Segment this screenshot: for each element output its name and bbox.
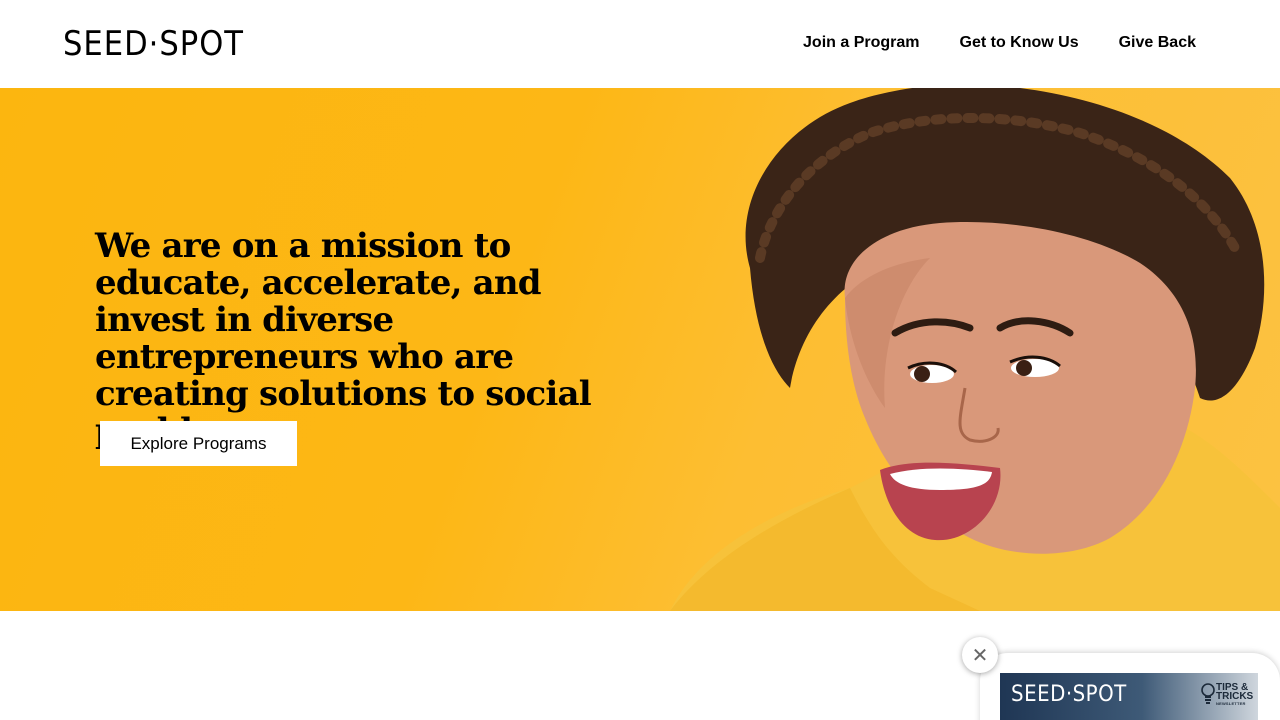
banner-logo: SEED·SPOT: [1011, 682, 1127, 707]
explore-programs-button[interactable]: Explore Programs: [100, 421, 297, 466]
site-header: SEED·SPOT Join a Program Get to Know Us …: [0, 0, 1280, 88]
hero-headline: We are on a mission to educate, accelera…: [95, 226, 592, 450]
main-nav: Join a Program Get to Know Us Give Back: [803, 33, 1196, 53]
lightbulb-icon: [1201, 683, 1215, 704]
newsletter-banner[interactable]: SEED·SPOT TIPS & TRICKS NEWSLETTER: [1000, 673, 1258, 720]
tips-tricks-tag: TIPS & TRICKS NEWSLETTER: [1216, 682, 1254, 707]
close-icon: ✕: [971, 643, 989, 667]
nav-get-to-know-us[interactable]: Get to Know Us: [960, 33, 1079, 53]
nav-give-back[interactable]: Give Back: [1119, 33, 1196, 53]
newsletter-popup: SEED·SPOT TIPS & TRICKS NEWSLETTER: [980, 653, 1280, 720]
nav-join-a-program[interactable]: Join a Program: [803, 33, 919, 53]
close-popup-button[interactable]: ✕: [962, 637, 998, 673]
hero-section: We are on a mission to educate, accelera…: [0, 88, 1280, 611]
site-logo[interactable]: SEED·SPOT: [63, 26, 244, 62]
hero-portrait-image: [670, 88, 1280, 611]
